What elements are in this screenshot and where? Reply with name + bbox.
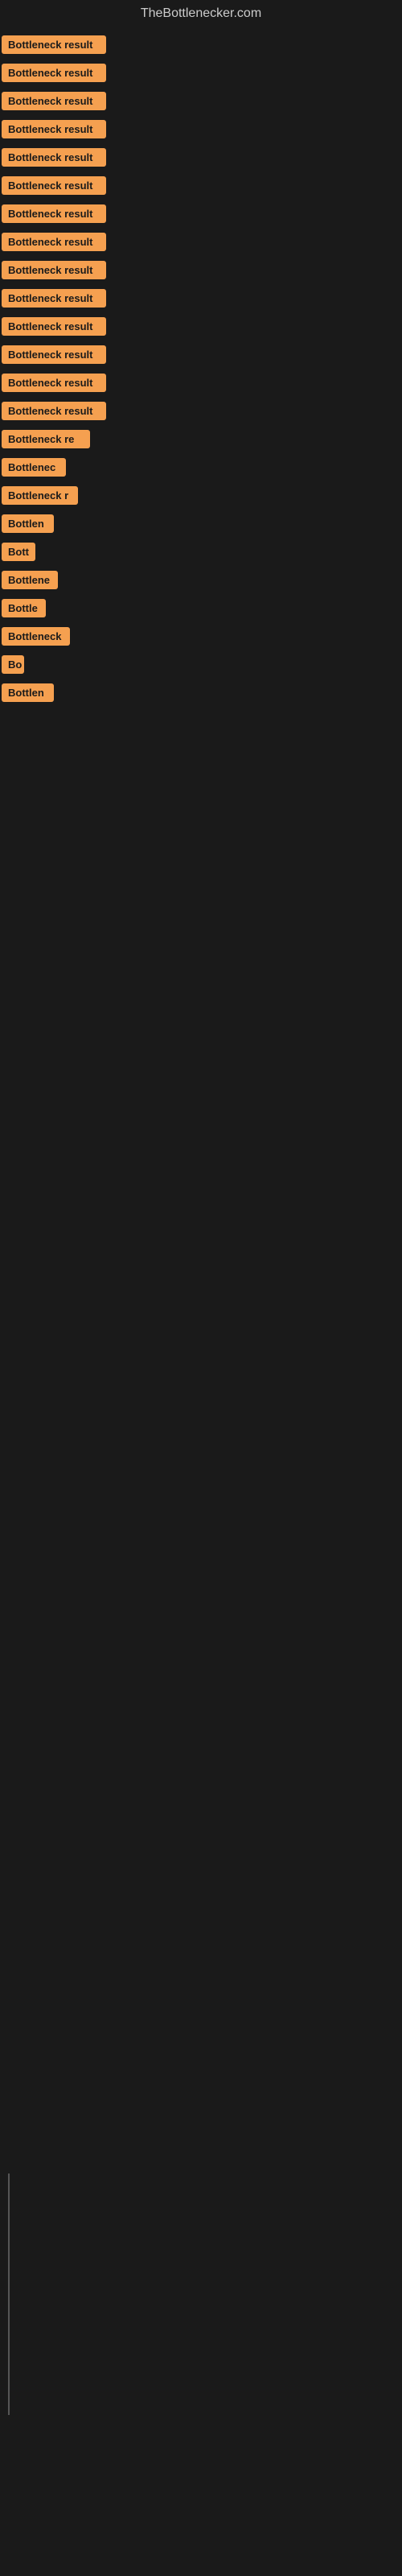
list-item: Bottleneck result <box>0 87 402 115</box>
list-item: Bottleneck result <box>0 59 402 87</box>
bottleneck-result-bar[interactable]: Bottleneck result <box>2 289 106 308</box>
list-item: Bottleneck result <box>0 397 402 425</box>
list-item: Bott <box>0 538 402 566</box>
bottleneck-result-bar[interactable]: Bottlen <box>2 514 54 533</box>
list-item: Bottleneck r <box>0 481 402 510</box>
list-item: Bottleneck re <box>0 425 402 453</box>
list-item: Bo <box>0 650 402 679</box>
bottleneck-result-bar[interactable]: Bottleneck result <box>2 261 106 279</box>
bottleneck-result-bar[interactable]: Bottlene <box>2 571 58 589</box>
list-item: Bottleneck result <box>0 369 402 397</box>
list-item: Bottleneck result <box>0 228 402 256</box>
list-item: Bottle <box>0 594 402 622</box>
bottleneck-result-bar[interactable]: Bottleneck result <box>2 176 106 195</box>
bottleneck-result-bar[interactable]: Bottleneck result <box>2 317 106 336</box>
list-item: Bottleneck result <box>0 31 402 59</box>
bottleneck-result-bar[interactable]: Bottleneck result <box>2 120 106 138</box>
bottleneck-result-bar[interactable]: Bottleneck result <box>2 148 106 167</box>
list-item: Bottleneck result <box>0 284 402 312</box>
list-item: Bottleneck result <box>0 256 402 284</box>
list-item: Bottlen <box>0 510 402 538</box>
bottleneck-result-bar[interactable]: Bo <box>2 655 24 674</box>
bottleneck-result-bar[interactable]: Bottleneck result <box>2 374 106 392</box>
bottleneck-result-bar[interactable]: Bottlenec <box>2 458 66 477</box>
list-item: Bottleneck result <box>0 312 402 341</box>
bottleneck-result-bar[interactable]: Bottleneck result <box>2 35 106 54</box>
bottleneck-result-bar[interactable]: Bottleneck result <box>2 64 106 82</box>
bottleneck-result-bar[interactable]: Bottle <box>2 599 46 617</box>
bottleneck-result-bar[interactable]: Bottlen <box>2 683 54 702</box>
bottleneck-result-bar[interactable]: Bottleneck result <box>2 92 106 110</box>
bottleneck-result-bar[interactable]: Bottleneck result <box>2 345 106 364</box>
list-item: Bottleneck result <box>0 200 402 228</box>
bottleneck-result-bar[interactable]: Bottleneck <box>2 627 70 646</box>
site-title: TheBottlenecker.com <box>0 0 402 31</box>
bottleneck-result-bar[interactable]: Bottleneck result <box>2 204 106 223</box>
list-item: Bottlen <box>0 679 402 707</box>
bottleneck-result-bar[interactable]: Bottleneck r <box>2 486 78 505</box>
list-item: Bottleneck result <box>0 115 402 143</box>
list-item: Bottleneck result <box>0 171 402 200</box>
list-item: Bottleneck result <box>0 341 402 369</box>
list-item: Bottleneck <box>0 622 402 650</box>
bottleneck-result-bar[interactable]: Bottleneck re <box>2 430 90 448</box>
vertical-line <box>8 2174 10 2415</box>
list-item: Bottleneck result <box>0 143 402 171</box>
list-item: Bottlenec <box>0 453 402 481</box>
bottleneck-result-bar[interactable]: Bottleneck result <box>2 233 106 251</box>
list-item: Bottlene <box>0 566 402 594</box>
bottleneck-result-bar[interactable]: Bott <box>2 543 35 561</box>
bottleneck-result-bar[interactable]: Bottleneck result <box>2 402 106 420</box>
